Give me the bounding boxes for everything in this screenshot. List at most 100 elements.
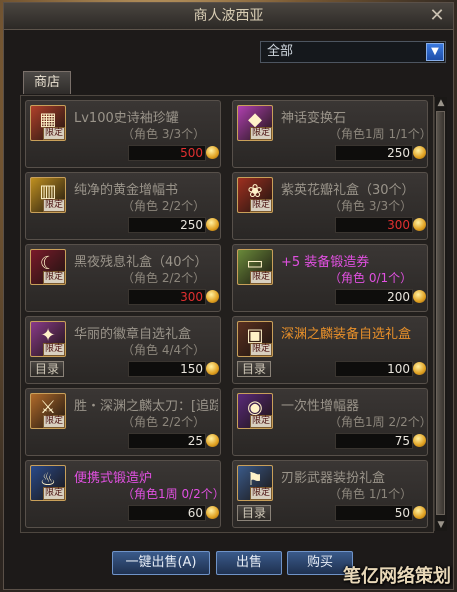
weapon-gift-icon[interactable]: ⚑ 限定	[237, 465, 273, 501]
limited-badge: 限定	[249, 271, 272, 284]
shop-item[interactable]: ❀ 限定 紫英花瓣礼盒（30个） （角色 3/3个） 300	[232, 172, 428, 240]
shop-item[interactable]: ⚑ 限定 刃影武器装扮礼盒 （角色 1/1个） 目录 50	[232, 460, 428, 528]
shop-item[interactable]: ◆ 限定 神话变换石 （角色1周 1/1个） 250	[232, 100, 432, 168]
item-name: 神话变换石	[281, 111, 347, 126]
window-title: 商人波西亚	[193, 8, 264, 24]
sell-button[interactable]: 出售	[216, 551, 282, 575]
item-grid: ▦ 限定 Lv100史诗袖珍罐 （角色 3/3个） 500 ◆ 限定 神话变换石 （角色1周 1…	[20, 95, 434, 533]
catalog-button[interactable]: 目录	[237, 505, 271, 521]
item-name: 紫英花瓣礼盒（30个）	[281, 183, 415, 198]
shop-item[interactable]: ♨ 限定 便携式锻造炉 （角色1周 0/2个） 60	[25, 460, 225, 528]
price-bar: 100	[335, 361, 413, 377]
chevron-down-icon[interactable]: ▼	[426, 43, 444, 61]
tab-shop-label: 商店	[33, 75, 60, 90]
giftbox-icon[interactable]: ❀ 限定	[237, 177, 273, 213]
item-purchase-limit: （角色 0/1个）	[329, 271, 413, 285]
close-icon[interactable]: ✕	[427, 6, 447, 26]
book-icon[interactable]: ▥ 限定	[30, 177, 66, 213]
limited-badge: 限定	[42, 127, 65, 140]
item-price: 300	[387, 218, 410, 232]
item-name: 一次性增幅器	[281, 399, 360, 414]
window-titlebar[interactable]: 商人波西亚 ✕	[4, 3, 453, 30]
item-name: Lv100史诗袖珍罐	[74, 111, 179, 126]
item-name: 深渊之麟装备自选礼盒	[281, 327, 412, 342]
shop-item[interactable]: ▣ 限定 深渊之麟装备自选礼盒目录 100	[232, 316, 428, 384]
emblem-box-icon[interactable]: ✦ 限定	[30, 321, 66, 357]
price-bar: 250	[128, 217, 206, 233]
limited-badge: 限定	[249, 487, 272, 500]
item-purchase-limit: （角色 2/2个）	[122, 271, 206, 285]
coin-icon	[413, 434, 426, 447]
item-purchase-limit: （角色 4/4个）	[122, 343, 206, 357]
item-purchase-limit: （角色 3/3个）	[122, 127, 206, 141]
box-icon[interactable]: ▦ 限定	[30, 105, 66, 141]
ticket-icon[interactable]: ▭ 限定	[237, 249, 273, 285]
coin-icon	[206, 362, 219, 375]
scrollbar[interactable]: ▲ ▼	[434, 97, 447, 531]
limited-badge: 限定	[42, 487, 65, 500]
forge-icon[interactable]: ♨ 限定	[30, 465, 66, 501]
watermark: 笔亿网络策划	[343, 566, 451, 587]
scrollbar-thumb[interactable]	[436, 111, 445, 515]
coin-icon	[206, 218, 219, 231]
limited-badge: 限定	[249, 415, 272, 428]
limited-badge: 限定	[42, 199, 65, 212]
coin-icon	[206, 290, 219, 303]
item-price: 25	[187, 434, 203, 448]
price-bar: 150	[128, 361, 206, 377]
scroll-up-icon[interactable]: ▲	[435, 97, 447, 109]
scythe-icon[interactable]: ☾ 限定	[30, 249, 66, 285]
item-price: 300	[180, 290, 203, 304]
shop-item[interactable]: ▥ 限定 纯净的黄金增幅书 （角色 2/2个） 250	[25, 172, 221, 240]
item-price: 50	[394, 506, 410, 520]
item-price: 60	[187, 506, 203, 520]
item-name: 华丽的徽章自选礼盒	[74, 327, 192, 342]
sell-all-label: 一键出售(A)	[125, 555, 197, 570]
item-purchase-limit: （角色1周 0/2个）	[122, 487, 225, 501]
price-bar: 500	[128, 145, 206, 161]
tab-shop[interactable]: 商店	[23, 71, 71, 94]
limited-badge: 限定	[42, 271, 65, 284]
shop-item[interactable]: ▭ 限定 +5 装备锻造券 （角色 0/1个） 200	[232, 244, 428, 312]
shop-item[interactable]: ⚔限定胜・深渊之麟太刀：[追踪...（角色 2/2个） 25	[25, 388, 221, 456]
filter-selected-label: 全部	[267, 44, 294, 59]
item-purchase-limit: （角色 3/3个）	[329, 199, 413, 213]
limited-badge: 限定	[249, 127, 272, 140]
price-bar: 75	[335, 433, 413, 449]
price-bar: 25	[128, 433, 206, 449]
coin-icon	[206, 146, 219, 159]
item-name: 胜・深渊之麟太刀：[追踪...	[74, 399, 218, 414]
scroll-down-icon[interactable]: ▼	[435, 519, 447, 531]
price-bar: 50	[335, 505, 413, 521]
catalog-button[interactable]: 目录	[30, 361, 64, 377]
item-name: 便携式锻造炉	[74, 471, 153, 486]
item-name: 黑夜残息礼盒（40个）	[74, 255, 208, 270]
item-price: 150	[180, 362, 203, 376]
item-price: 100	[387, 362, 410, 376]
merchant-window: 商人波西亚 ✕ 全部 ▼ 商店 ▦ 限定 Lv100史诗袖珍罐 （角色 3/3个） 50…	[3, 2, 454, 590]
item-price: 250	[180, 218, 203, 232]
shop-item[interactable]: ✦ 限定 华丽的徽章自选礼盒 （角色 4/4个） 目录 150	[25, 316, 221, 384]
stone-icon[interactable]: ◆ 限定	[237, 105, 273, 141]
amplifier-icon[interactable]: ◉ 限定	[237, 393, 273, 429]
sword-icon[interactable]: ⚔ 限定	[30, 393, 66, 429]
item-purchase-limit: （角色 1/1个）	[329, 487, 413, 501]
shop-item[interactable]: ▦ 限定 Lv100史诗袖珍罐 （角色 3/3个） 500	[25, 100, 221, 168]
shop-item[interactable]: ◉ 限定 一次性增幅器 （角色1周 2/2个） 75	[232, 388, 432, 456]
item-name: 纯净的黄金增幅书	[74, 183, 179, 198]
sell-all-button[interactable]: 一键出售(A)	[112, 551, 210, 575]
catalog-button[interactable]: 目录	[237, 361, 271, 377]
price-bar: 200	[335, 289, 413, 305]
price-bar: 300	[335, 217, 413, 233]
price-bar: 300	[128, 289, 206, 305]
sell-label: 出售	[235, 555, 262, 570]
item-purchase-limit: （角色 2/2个）	[122, 199, 206, 213]
coin-icon	[206, 434, 219, 447]
shop-item[interactable]: ☾ 限定 黑夜残息礼盒（40个） （角色 2/2个） 300	[25, 244, 221, 312]
coin-icon	[413, 362, 426, 375]
item-name: 刃影武器装扮礼盒	[281, 471, 386, 486]
category-filter-dropdown[interactable]: 全部 ▼	[260, 41, 446, 63]
limited-badge: 限定	[249, 199, 272, 212]
item-price: 500	[180, 146, 203, 160]
equipment-box-icon[interactable]: ▣ 限定	[237, 321, 273, 357]
